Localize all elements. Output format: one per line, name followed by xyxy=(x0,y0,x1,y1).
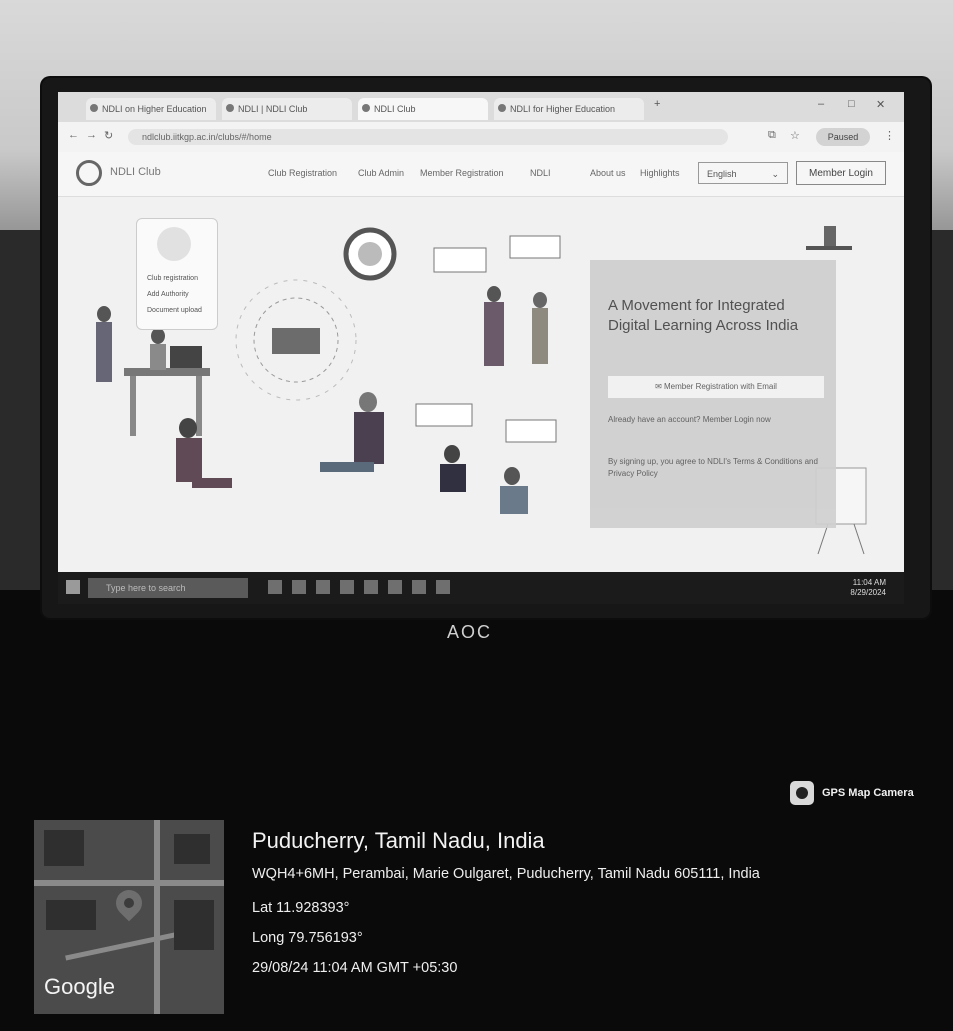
register-email-button[interactable]: ✉ Member Registration with Email xyxy=(608,376,824,398)
map-block xyxy=(44,830,84,866)
hero-illustration: Club registration Add Authority Document… xyxy=(58,196,904,572)
bookmark-star-icon[interactable]: ☆ xyxy=(790,129,800,142)
nav-about-us[interactable]: About us xyxy=(590,168,626,178)
favicon-icon xyxy=(90,104,98,112)
windows-taskbar: Type here to search 11:04 AM 8/29/2024 xyxy=(58,572,904,604)
document-upload-link[interactable]: Document upload xyxy=(147,307,202,314)
location-title: Puducherry, Tamil Nadu, India xyxy=(252,828,545,853)
map-block xyxy=(174,834,210,864)
nav-ndli[interactable]: NDLI xyxy=(530,168,551,178)
taskbar-search-input[interactable]: Type here to search xyxy=(88,578,248,598)
hero-title: A Movement for Integrated Digital Learni… xyxy=(608,297,799,334)
browser-tab-bar: NDLI on Higher Education NDLI | NDLI Clu… xyxy=(58,92,904,122)
map-road xyxy=(34,880,224,886)
ndli-logo-icon[interactable] xyxy=(76,160,102,186)
app-icon[interactable] xyxy=(340,580,354,594)
app-icon[interactable] xyxy=(364,580,378,594)
browser-app-icon[interactable] xyxy=(436,580,450,594)
nav-club-registration[interactable]: Club Registration xyxy=(268,168,337,178)
terms-note[interactable]: By signing up, you agree to NDLI's Terms… xyxy=(608,456,818,480)
app-icon[interactable] xyxy=(316,580,330,594)
add-authority-link[interactable]: Add Authority xyxy=(147,291,189,298)
location-timestamp: 29/08/24 11:04 AM GMT +05:30 xyxy=(252,960,458,976)
registration-panel: A Movement for Integrated Digital Learni… xyxy=(590,260,836,528)
close-icon[interactable]: ✕ xyxy=(876,98,885,111)
map-attribution: Google xyxy=(44,974,115,999)
club-actions-card: Club registration Add Authority Document… xyxy=(136,218,218,330)
location-address: WQH4+6MH, Perambai, Marie Oulgaret, Pudu… xyxy=(252,866,760,882)
windows-start-icon[interactable] xyxy=(66,580,80,594)
taskbar-clock[interactable]: 11:04 AM 8/29/2024 xyxy=(850,578,886,598)
back-icon[interactable]: ← xyxy=(68,129,79,141)
map-thumbnail: Google xyxy=(34,820,224,1014)
club-registration-link[interactable]: Club registration xyxy=(147,275,198,282)
forward-icon[interactable]: → xyxy=(86,129,97,141)
nav-club-admin[interactable]: Club Admin xyxy=(358,168,404,178)
app-icon[interactable] xyxy=(292,580,306,594)
member-login-button[interactable]: Member Login xyxy=(796,161,886,185)
map-block xyxy=(174,900,214,950)
minimize-icon[interactable]: – xyxy=(818,98,824,110)
browser-tab-active[interactable]: NDLI Club xyxy=(358,98,488,120)
site-header: NDLI Club Club Registration Club Admin M… xyxy=(58,152,904,197)
url-field[interactable]: ndlclub.iitkgp.ac.in/clubs/#/home xyxy=(128,129,728,145)
task-view-icon[interactable] xyxy=(268,580,282,594)
browser-tab[interactable]: NDLI for Higher Education xyxy=(494,98,644,120)
gps-app-badge: GPS Map Camera xyxy=(790,780,914,806)
maximize-icon[interactable]: □ xyxy=(848,98,855,110)
avatar xyxy=(157,227,191,261)
browser-tab[interactable]: NDLI on Higher Education xyxy=(86,98,216,120)
gps-app-label: GPS Map Camera xyxy=(822,787,914,799)
map-block xyxy=(46,900,96,930)
site-logo-text[interactable]: NDLI Club xyxy=(110,166,161,178)
chevron-down-icon: ⌄ xyxy=(771,169,779,179)
monitor-screen: NDLI on Higher Education NDLI | NDLI Clu… xyxy=(58,92,904,604)
language-select[interactable]: English ⌄ xyxy=(698,162,788,184)
location-latitude: Lat 11.928393° xyxy=(252,900,350,916)
map-road xyxy=(154,820,160,1014)
menu-kebab-icon[interactable]: ⋮ xyxy=(884,129,895,142)
monitor-brand-logo: AOC xyxy=(447,622,493,642)
app-icon[interactable] xyxy=(388,580,402,594)
profile-button[interactable]: Paused xyxy=(816,128,870,146)
browser-tab[interactable]: NDLI | NDLI Club xyxy=(222,98,352,120)
account-note[interactable]: Already have an account? Member Login no… xyxy=(608,414,818,426)
nav-highlights[interactable]: Highlights xyxy=(640,168,680,178)
camera-icon xyxy=(790,781,814,805)
app-icon[interactable] xyxy=(412,580,426,594)
location-longitude: Long 79.756193° xyxy=(252,930,363,946)
favicon-icon xyxy=(226,104,234,112)
browser-address-bar: ← → ↻ ndlclub.iitkgp.ac.in/clubs/#/home … xyxy=(58,122,904,152)
email-icon: ✉ xyxy=(655,382,664,391)
reload-icon[interactable]: ↻ xyxy=(104,129,113,142)
extensions-icon[interactable]: ⧉ xyxy=(768,129,776,142)
favicon-icon xyxy=(362,104,370,112)
map-pin-icon xyxy=(110,884,148,922)
new-tab-icon[interactable]: + xyxy=(654,98,660,110)
favicon-icon xyxy=(498,104,506,112)
nav-member-registration[interactable]: Member Registration xyxy=(420,168,504,178)
